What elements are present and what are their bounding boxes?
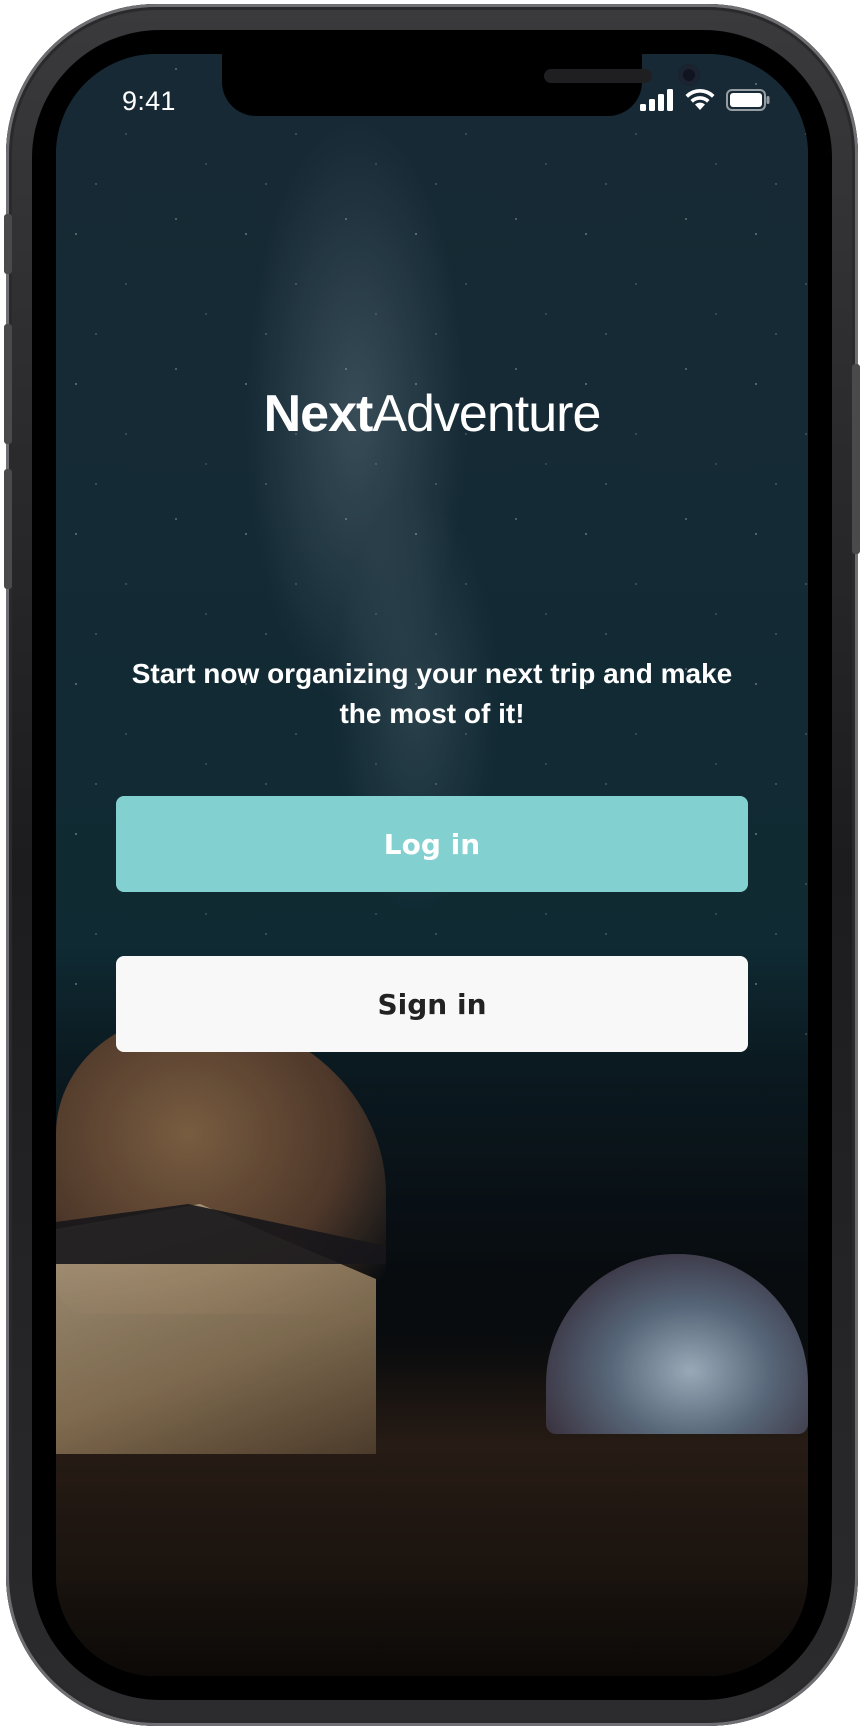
logo-text-bold: Next (263, 385, 374, 443)
tagline: Start now organizing your next trip and … (131, 658, 733, 729)
power-button (852, 364, 860, 554)
login-button[interactable]: Log in (116, 796, 748, 892)
speaker-grille (544, 69, 652, 83)
logo-text-light: Adventure (372, 385, 601, 443)
battery-icon (726, 89, 770, 116)
mute-switch (4, 214, 12, 274)
status-icons (640, 88, 770, 117)
app-logo: NextAdventure (56, 384, 808, 444)
volume-up-button (4, 324, 12, 444)
wifi-icon (684, 88, 716, 117)
cellular-signal-icon (640, 89, 674, 116)
volume-down-button (4, 469, 12, 589)
notch (222, 54, 700, 116)
status-bar: 9:41 (56, 54, 808, 144)
app-screen: 9:41 NextAdventure Start now organizing … (56, 54, 808, 1676)
home-indicator (296, 1650, 566, 1658)
status-time: 9:41 (122, 86, 176, 116)
signin-button[interactable]: Sign in (116, 956, 748, 1052)
front-camera (678, 64, 700, 86)
